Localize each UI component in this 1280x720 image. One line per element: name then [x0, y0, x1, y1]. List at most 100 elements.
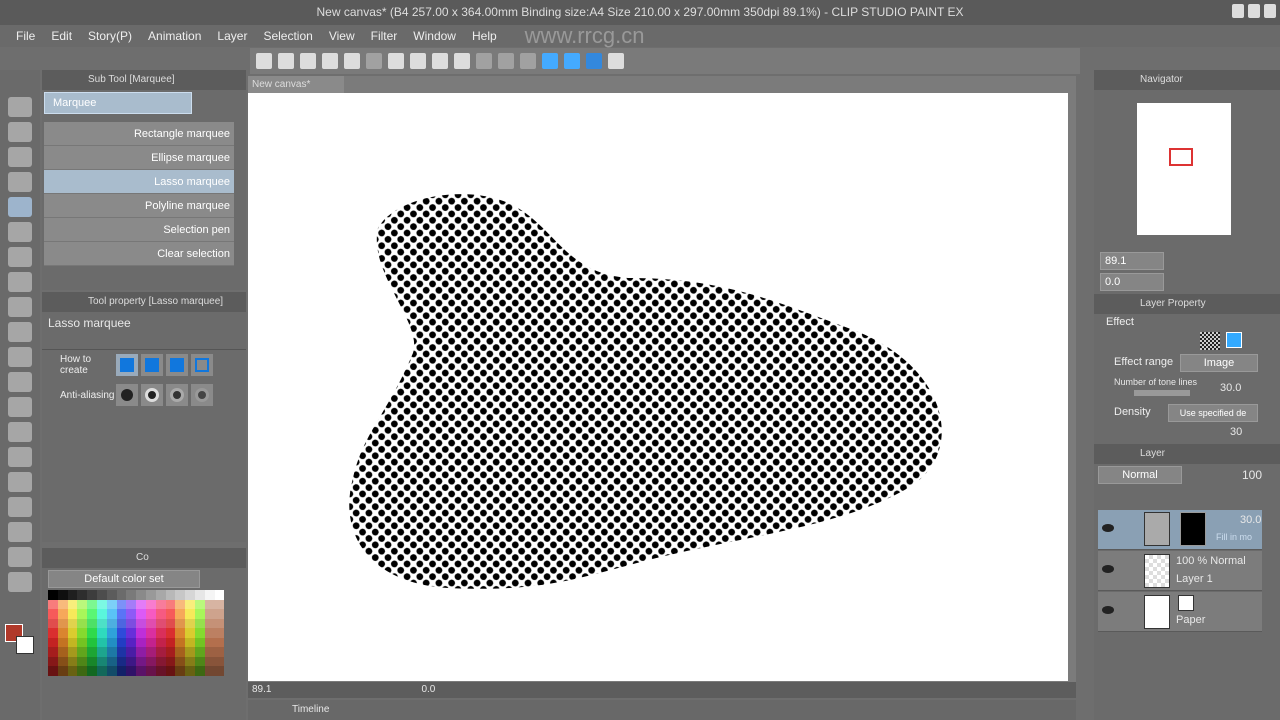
color-swatch[interactable] [57, 599, 68, 609]
intersect-selection-option[interactable] [191, 354, 213, 376]
scale-icon[interactable] [454, 53, 470, 69]
color-swatch[interactable] [155, 637, 166, 647]
color-swatch[interactable] [57, 637, 68, 647]
color-swatch[interactable] [194, 618, 205, 628]
color-swatch[interactable] [175, 628, 186, 638]
color-swatch[interactable] [96, 609, 107, 619]
color-swatch[interactable] [204, 590, 215, 600]
color-swatch[interactable] [96, 647, 107, 657]
color-swatch[interactable] [67, 609, 78, 619]
color-swatch[interactable] [77, 666, 88, 676]
color-swatch[interactable] [175, 666, 186, 676]
color-swatch[interactable] [175, 637, 186, 647]
new-selection-option[interactable] [116, 354, 138, 376]
color-swatch[interactable] [77, 628, 88, 638]
color-swatch[interactable] [214, 637, 225, 647]
color-swatch[interactable] [185, 656, 195, 666]
color-swatch[interactable] [185, 609, 195, 619]
sub-tool-selection-pen[interactable]: Selection pen [44, 218, 234, 242]
color-swatch[interactable] [155, 609, 166, 619]
color-swatch[interactable] [155, 666, 166, 676]
status-zoom[interactable]: 89.1 [252, 684, 271, 695]
color-swatch[interactable] [194, 647, 205, 657]
color-swatch[interactable] [194, 628, 205, 638]
color-swatch[interactable] [77, 599, 88, 609]
sub-tool-clear-selection[interactable]: Clear selection [44, 242, 234, 266]
airbrush-tool-icon[interactable] [8, 347, 32, 367]
color-swatch[interactable] [77, 656, 88, 666]
zoom-tool-icon[interactable] [8, 97, 32, 117]
aa-none-option[interactable] [116, 384, 138, 406]
color-swatch[interactable] [126, 628, 137, 638]
color-swatch[interactable] [96, 656, 107, 666]
menu-filter[interactable]: Filter [371, 29, 398, 43]
color-swatch[interactable] [204, 609, 215, 619]
color-swatch[interactable] [106, 590, 117, 600]
color-swatch[interactable] [185, 666, 195, 676]
menu-edit[interactable]: Edit [51, 29, 72, 43]
color-swatch[interactable] [136, 628, 146, 638]
color-swatch[interactable] [77, 637, 88, 647]
color-swatch[interactable] [106, 637, 117, 647]
color-swatch[interactable] [204, 666, 215, 676]
color-swatch[interactable] [194, 656, 205, 666]
sub-color-swatch[interactable] [16, 636, 34, 654]
ruler-tool-icon[interactable] [8, 522, 32, 542]
color-swatch[interactable] [57, 656, 68, 666]
color-swatch[interactable] [77, 590, 88, 600]
color-swatch[interactable] [165, 599, 176, 609]
open-icon[interactable] [278, 53, 294, 69]
marquee-tool-icon[interactable] [8, 197, 32, 217]
color-swatch[interactable] [136, 590, 146, 600]
density-dropdown[interactable]: Use specified de [1168, 404, 1258, 422]
balloon-tool-icon[interactable] [8, 572, 32, 592]
color-swatch[interactable] [204, 637, 215, 647]
color-swatch[interactable] [175, 609, 186, 619]
menu-window[interactable]: Window [413, 29, 456, 43]
pen-tool-icon[interactable] [8, 272, 32, 292]
color-swatch[interactable] [67, 656, 78, 666]
transform-icon[interactable] [410, 53, 426, 69]
color-swatch[interactable] [126, 590, 137, 600]
color-swatch[interactable] [57, 609, 68, 619]
undo-icon[interactable] [344, 53, 360, 69]
navigator-zoom[interactable]: 89.1 [1100, 252, 1164, 270]
color-swatch[interactable] [87, 590, 97, 600]
fill-icon[interactable] [432, 53, 448, 69]
color-swatch[interactable] [57, 628, 68, 638]
color-swatch[interactable] [57, 590, 68, 600]
color-swatch[interactable] [116, 666, 127, 676]
export-icon[interactable] [322, 53, 338, 69]
hand-tool-icon[interactable] [8, 122, 32, 142]
gradient-tool-icon[interactable] [8, 472, 32, 492]
color-swatch[interactable] [96, 637, 107, 647]
color-swatch[interactable] [145, 637, 156, 647]
color-swatch[interactable] [214, 599, 225, 609]
color-swatch[interactable] [194, 599, 205, 609]
visibility-eye-icon[interactable] [1102, 606, 1114, 614]
color-swatch[interactable] [48, 647, 58, 657]
color-swatch[interactable] [116, 618, 127, 628]
color-swatch[interactable] [194, 590, 205, 600]
snap-ruler-icon[interactable] [476, 53, 492, 69]
menu-view[interactable]: View [329, 29, 355, 43]
color-swatch[interactable] [48, 628, 58, 638]
color-swatch[interactable] [136, 656, 146, 666]
color-panel-tab[interactable]: Co [42, 548, 246, 568]
color-swatch[interactable] [136, 599, 146, 609]
color-swatch[interactable] [136, 618, 146, 628]
color-swatch[interactable] [185, 637, 195, 647]
navigator-preview[interactable] [1137, 103, 1231, 235]
timeline-bar[interactable]: Timeline [248, 700, 1076, 720]
navigator-angle[interactable]: 0.0 [1100, 273, 1164, 291]
color-swatch[interactable] [48, 656, 58, 666]
tone-lines-slider[interactable] [1134, 390, 1190, 396]
blend-mode-dropdown[interactable]: Normal [1098, 466, 1182, 484]
menu-selection[interactable]: Selection [263, 29, 312, 43]
color-swatch[interactable] [57, 666, 68, 676]
sub-tool-polyline-marquee[interactable]: Polyline marquee [44, 194, 234, 218]
color-swatch[interactable] [136, 637, 146, 647]
brush-icon[interactable] [564, 53, 580, 69]
color-swatch[interactable] [116, 599, 127, 609]
redo-icon[interactable] [366, 53, 382, 69]
